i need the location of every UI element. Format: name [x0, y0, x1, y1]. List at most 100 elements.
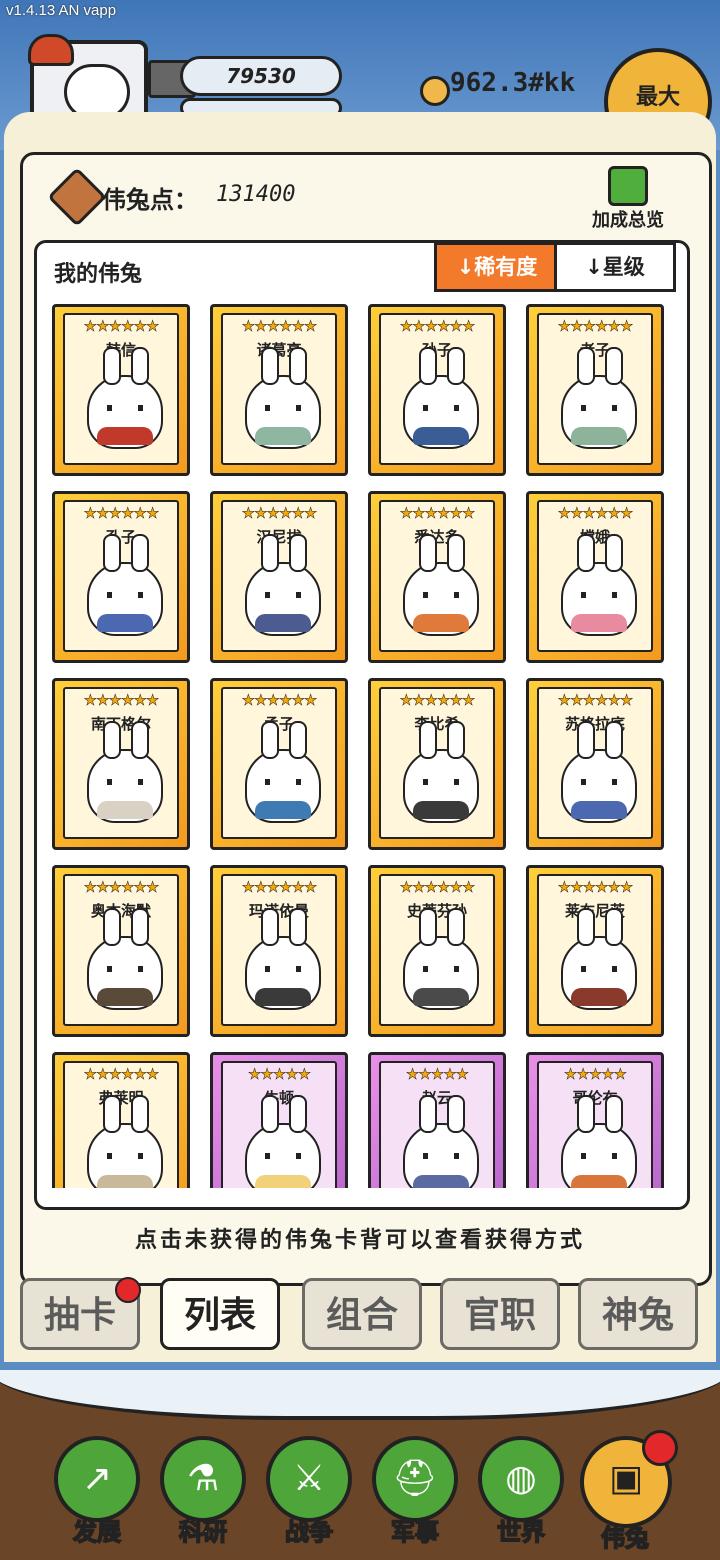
bonus-overview-button[interactable]: 加成总览	[580, 166, 676, 231]
hat-icon	[28, 34, 74, 66]
chart-up-icon: ↗	[54, 1436, 140, 1522]
points-value: 131400	[216, 182, 296, 207]
card-name: 悉达多	[414, 528, 460, 546]
rabbit-portrait-icon	[561, 534, 637, 636]
rabbit-card[interactable]: ★★★★★★ 孟子	[210, 678, 348, 850]
card-face: ★★★★★★ 南丁格尔	[63, 687, 179, 839]
card-stars: ★★★★★★	[399, 878, 475, 897]
card-name: 莱布尼茨	[564, 902, 625, 920]
rabbit-portrait-icon	[403, 534, 479, 636]
card-face: ★★★★★★ 悉达多	[379, 500, 495, 652]
card-name: 弗莱明	[98, 1089, 144, 1107]
card-stars: ★★★★★★	[83, 317, 159, 336]
nav-war[interactable]: ⚔ 战争	[264, 1436, 354, 1554]
nav-military[interactable]: ⛑ 军事	[370, 1436, 460, 1554]
tab-god-rabbit-label: 神兔	[601, 1295, 674, 1336]
card-face: ★★★★★★ 玛诺依曼	[221, 874, 337, 1026]
rabbit-card[interactable]: ★★★★★ 牛顿	[210, 1052, 348, 1188]
rabbit-portrait-icon	[87, 721, 163, 823]
card-name: 哥伦布	[572, 1089, 618, 1107]
card-face: ★★★★★★ 弗莱明	[63, 1061, 179, 1188]
sort-by-rarity-button[interactable]: ↓稀有度	[434, 242, 560, 292]
rabbit-card[interactable]: ★★★★★★ 孔子	[52, 491, 190, 663]
rabbit-card-grid[interactable]: ★★★★★★ 韩信 ★★★★★★ 诸葛亮 ★★★★★★ 孙子 ★★★★★★ 老子 ★★★★★★ 孔…	[52, 304, 668, 1188]
hint-text: 点击未获得的伟兔卡背可以查看获得方式	[134, 1228, 585, 1253]
swords-icon: ⚔	[266, 1436, 352, 1522]
card-stars: ★★★★★★	[83, 691, 159, 710]
card-face: ★★★★★★ 苏格拉底	[537, 687, 653, 839]
card-stars: ★★★★★★	[399, 691, 475, 710]
rabbit-portrait-icon	[403, 721, 479, 823]
nav-great-rabbit[interactable]: ▣ 伟兔	[580, 1430, 678, 1554]
rabbit-card[interactable]: ★★★★★★ 苏格拉底	[526, 678, 664, 850]
card-face: ★★★★★★ 韩信	[63, 313, 179, 465]
card-name: 孟子	[263, 715, 294, 733]
rabbit-card[interactable]: ★★★★★★ 史蒂芬孙	[368, 865, 506, 1037]
card-name: 李比希	[414, 715, 460, 733]
card-name: 史蒂芬孙	[406, 902, 467, 920]
rabbit-portrait-icon	[87, 347, 163, 449]
list-title: 我的伟兔	[54, 262, 143, 287]
rabbit-portrait-icon	[403, 347, 479, 449]
rabbit-portrait-icon	[403, 1095, 479, 1188]
tab-combo[interactable]: 组合	[302, 1278, 422, 1350]
rabbit-portrait-icon	[245, 1095, 321, 1188]
card-name: 老子	[579, 341, 610, 359]
rabbit-card[interactable]: ★★★★★ 哥伦布	[526, 1052, 664, 1188]
rabbit-card[interactable]: ★★★★★★ 李比希	[368, 678, 506, 850]
card-stars: ★★★★★★	[557, 317, 633, 336]
tab-office[interactable]: 官职	[440, 1278, 560, 1350]
rabbit-card[interactable]: ★★★★★★ 老子	[526, 304, 664, 476]
card-face: ★★★★★★ 莱布尼茨	[537, 874, 653, 1026]
card-name: 玛诺依曼	[248, 902, 309, 920]
rabbit-card[interactable]: ★★★★★★ 悉达多	[368, 491, 506, 663]
rabbit-card[interactable]: ★★★★★★ 韩信	[52, 304, 190, 476]
rabbit-portrait-icon	[245, 534, 321, 636]
card-face: ★★★★★★ 史蒂芬孙	[379, 874, 495, 1026]
card-face: ★★★★★★ 嫦娥	[537, 500, 653, 652]
nav-develop[interactable]: ↗ 发展	[52, 1436, 142, 1554]
card-name: 奥本海默	[90, 902, 151, 920]
tab-bar: 抽卡 列表 组合 官职 神兔	[0, 1276, 720, 1356]
card-stars: ★★★★★★	[557, 504, 633, 523]
card-stars: ★★★★★★	[241, 504, 317, 523]
rabbit-card[interactable]: ★★★★★★ 弗莱明	[52, 1052, 190, 1188]
rabbit-card[interactable]: ★★★★★★ 汉尼拔	[210, 491, 348, 663]
nav-research[interactable]: ⚗ 科研	[158, 1436, 248, 1554]
rabbit-portrait-icon	[561, 721, 637, 823]
points-label: 伟兔点：	[102, 186, 198, 214]
card-name: 汉尼拔	[256, 528, 302, 546]
nav-world[interactable]: ◍ 世界	[476, 1436, 566, 1554]
card-stars: ★★★★★★	[83, 504, 159, 523]
card-stars: ★★★★★	[247, 1065, 312, 1084]
card-stars: ★★★★★★	[399, 504, 475, 523]
tab-office-label: 官职	[463, 1295, 536, 1336]
rabbit-card[interactable]: ★★★★★★ 莱布尼茨	[526, 865, 664, 1037]
rabbit-card[interactable]: ★★★★★★ 奥本海默	[52, 865, 190, 1037]
rabbit-portrait-icon	[245, 347, 321, 449]
card-face: ★★★★★★ 奥本海默	[63, 874, 179, 1026]
version-label: v1.4.13 AN vapp	[6, 2, 117, 19]
rabbit-card[interactable]: ★★★★★★ 玛诺依曼	[210, 865, 348, 1037]
rabbit-portrait-icon	[403, 908, 479, 1010]
rabbit-card[interactable]: ★★★★★★ 孙子	[368, 304, 506, 476]
rabbit-card[interactable]: ★★★★★★ 嫦娥	[526, 491, 664, 663]
coin-amount: 962.3#kk	[450, 68, 576, 98]
rabbit-card[interactable]: ★★★★★★ 南丁格尔	[52, 678, 190, 850]
card-name: 牛顿	[263, 1089, 294, 1107]
tab-list[interactable]: 列表	[160, 1278, 280, 1350]
card-face: ★★★★★★ 老子	[537, 313, 653, 465]
tab-list-label: 列表	[183, 1295, 256, 1336]
document-icon	[608, 166, 648, 206]
coin-icon	[420, 76, 450, 106]
helmet-icon: ⛑	[372, 1436, 458, 1522]
rabbit-card[interactable]: ★★★★★★ 诸葛亮	[210, 304, 348, 476]
notification-dot	[642, 1430, 678, 1466]
card-name: 嫦娥	[579, 528, 610, 546]
tab-draw[interactable]: 抽卡	[20, 1277, 141, 1350]
tab-god-rabbit[interactable]: 神兔	[578, 1278, 698, 1350]
sort-by-star-button[interactable]: ↓星级	[554, 242, 676, 292]
rabbit-card[interactable]: ★★★★★ 赵云	[368, 1052, 506, 1188]
card-face: ★★★★★ 牛顿	[221, 1061, 337, 1188]
card-stars: ★★★★★★	[557, 878, 633, 897]
